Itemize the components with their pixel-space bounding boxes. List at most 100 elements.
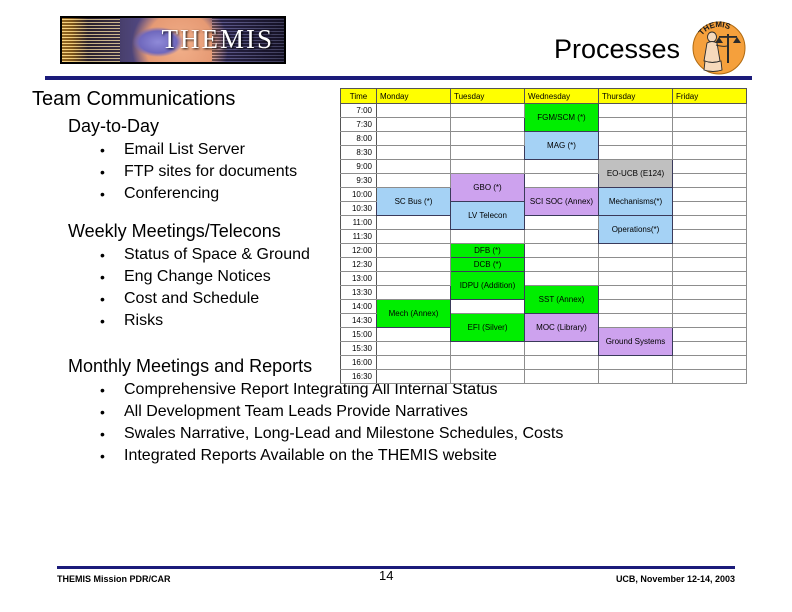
schedule-event-cell[interactable]: DCB (*) <box>450 257 525 272</box>
schedule-empty-cell <box>672 117 747 132</box>
bullet-icon: • <box>100 382 105 398</box>
time-label: 7:00 <box>340 103 377 118</box>
bullet-icon: • <box>100 186 105 202</box>
footer-divider-rule <box>57 566 735 569</box>
list-item-label: Eng Change Notices <box>124 268 271 285</box>
schedule-empty-cell <box>450 117 525 132</box>
table-row: 15:30 <box>340 341 747 356</box>
schedule-empty-cell <box>598 145 673 160</box>
table-row: 16:00 <box>340 355 747 370</box>
time-label: 11:00 <box>340 215 377 230</box>
schedule-event-cell[interactable]: FGM/SCM (*) <box>524 103 599 132</box>
schedule-empty-cell <box>598 299 673 314</box>
schedule-empty-cell <box>450 341 525 356</box>
schedule-empty-cell <box>672 313 747 328</box>
column-header-thursday: Thursday <box>598 88 673 104</box>
bullet-icon: • <box>100 164 105 180</box>
bullet-icon: • <box>100 291 105 307</box>
list-item-label: All Development Team Leads Provide Narra… <box>124 403 468 420</box>
schedule-empty-cell <box>376 355 451 370</box>
schedule-empty-cell <box>524 341 599 356</box>
schedule-empty-cell <box>450 299 525 314</box>
schedule-event-cell[interactable]: Mech (Annex) <box>376 299 451 328</box>
bullet-icon: • <box>100 269 105 285</box>
bullet-icon: • <box>100 426 105 442</box>
schedule-empty-cell <box>524 271 599 286</box>
schedule-empty-cell <box>524 229 599 244</box>
footer-document-title: THEMIS Mission PDR/CAR <box>57 574 171 584</box>
page-title: Processes <box>553 34 680 64</box>
schedule-empty-cell <box>672 103 747 118</box>
time-label: 11:30 <box>340 229 377 244</box>
list-item-label: Conferencing <box>124 185 220 202</box>
schedule-empty-cell <box>672 201 747 216</box>
schedule-empty-cell <box>376 285 451 300</box>
schedule-empty-cell <box>524 159 599 174</box>
schedule-empty-cell <box>376 215 451 230</box>
schedule-empty-cell <box>376 103 451 118</box>
schedule-empty-cell <box>598 103 673 118</box>
schedule-event-cell[interactable]: SCI SOC (Annex) <box>524 187 599 216</box>
schedule-empty-cell <box>672 299 747 314</box>
schedule-event-cell[interactable]: MOC (Library) <box>524 313 599 342</box>
schedule-empty-cell <box>672 159 747 174</box>
schedule-event-cell[interactable]: GBO (*) <box>450 173 525 202</box>
themis-mission-patch-icon: THEMIS <box>692 20 746 75</box>
schedule-empty-cell <box>450 159 525 174</box>
schedule-empty-cell <box>450 131 525 146</box>
schedule-empty-cell <box>672 327 747 342</box>
schedule-empty-cell <box>450 103 525 118</box>
schedule-empty-cell <box>672 243 747 258</box>
schedule-empty-cell <box>376 173 451 188</box>
schedule-empty-cell <box>672 257 747 272</box>
table-row: 8:00 MAG (*) <box>340 131 747 160</box>
table-row: 12:30 DCB (*) <box>340 257 747 272</box>
schedule-empty-cell <box>598 117 673 132</box>
schedule-event-cell[interactable]: IDPU (Addition) <box>450 271 525 300</box>
schedule-event-cell[interactable]: Mechanisms(*) <box>598 187 673 216</box>
schedule-empty-cell <box>598 271 673 286</box>
schedule-event-cell[interactable]: SC Bus (*) <box>376 187 451 216</box>
time-label: 13:00 <box>340 271 377 286</box>
time-label: 15:30 <box>340 341 377 356</box>
table-row: 7:00 FGM/SCM (*) <box>340 103 747 132</box>
schedule-event-cell[interactable]: Operations(*) <box>598 215 673 244</box>
schedule-empty-cell <box>598 131 673 146</box>
schedule-empty-cell <box>450 355 525 370</box>
schedule-empty-cell <box>450 229 525 244</box>
list-item-label: Swales Narrative, Long-Lead and Mileston… <box>124 425 564 442</box>
time-label: 10:00 <box>340 187 377 202</box>
footer-page-number: 14 <box>379 568 394 583</box>
time-label: 9:00 <box>340 159 377 174</box>
table-row: 16:30 <box>340 369 747 384</box>
slide-header: THEMIS Processes THEMIS <box>0 0 792 84</box>
schedule-empty-cell <box>672 131 747 146</box>
schedule-event-cell[interactable]: MAG (*) <box>524 131 599 160</box>
schedule-empty-cell <box>672 145 747 160</box>
schedule-empty-cell <box>672 271 747 286</box>
schedule-event-cell[interactable]: EO-UCB (E124) <box>598 159 673 188</box>
schedule-event-cell[interactable]: EFI (Silver) <box>450 313 525 342</box>
table-body: 7:00 FGM/SCM (*) 7:30 8:00 MAG (*) 8:30 9:00 EO… <box>340 103 747 384</box>
schedule-event-cell[interactable]: Ground Systems <box>598 327 673 356</box>
table-row: 9:00 EO-UCB (E124) <box>340 159 747 188</box>
schedule-empty-cell <box>598 257 673 272</box>
schedule-empty-cell <box>524 215 599 230</box>
themis-logo-banner: THEMIS <box>60 16 286 64</box>
schedule-empty-cell <box>598 313 673 328</box>
weekly-schedule-table: Time Monday Tuesday Wednesday Thursday F… <box>340 88 747 384</box>
column-header-wednesday: Wednesday <box>524 88 599 104</box>
list-item: • All Development Team Leads Provide Nar… <box>96 401 672 423</box>
schedule-event-cell[interactable]: DFB (*) <box>450 243 525 258</box>
time-label: 14:30 <box>340 313 377 328</box>
schedule-empty-cell <box>672 355 747 370</box>
bullet-icon: • <box>100 142 105 158</box>
schedule-event-cell[interactable]: SST (Annex) <box>524 285 599 314</box>
time-label: 12:00 <box>340 243 377 258</box>
column-header-friday: Friday <box>672 88 747 104</box>
list-item-label: Status of Space & Ground <box>124 246 310 263</box>
footer-venue-date: UCB, November 12-14, 2003 <box>615 574 735 584</box>
schedule-event-cell[interactable]: LV Telecon <box>450 201 525 230</box>
list-item-label: Email List Server <box>124 141 245 158</box>
schedule-empty-cell <box>524 355 599 370</box>
